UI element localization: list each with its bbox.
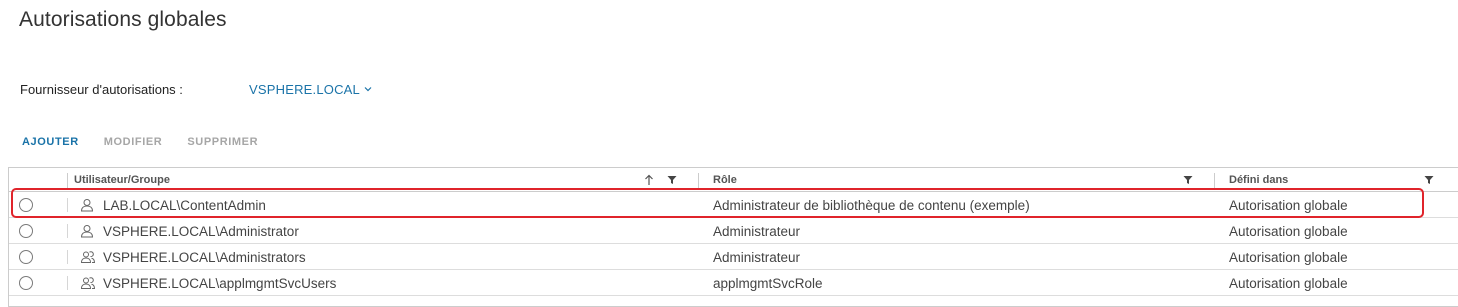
table-row[interactable]: VSPHERE.LOCAL\Administrator Administrate…: [9, 218, 1458, 244]
role-cell: applmgmtSvcRole: [713, 275, 823, 291]
filter-icon[interactable]: [1183, 168, 1193, 192]
role-cell: Administrateur: [713, 249, 801, 265]
column-separator: [1214, 173, 1215, 189]
row-select-radio[interactable]: [19, 250, 33, 264]
user-icon: [80, 198, 94, 212]
row-select-radio[interactable]: [19, 224, 33, 238]
provider-row: Fournisseur d'autorisations : VSPHERE.LO…: [20, 80, 372, 98]
column-label-user: Utilisateur/Groupe: [74, 174, 170, 186]
sort-ascending-icon[interactable]: [644, 168, 654, 192]
role-cell: Administrateur de bibliothèque de conten…: [713, 197, 1030, 213]
row-select-radio[interactable]: [19, 198, 33, 212]
page-title: Autorisations globales: [19, 8, 227, 31]
defined-in-cell: Autorisation globale: [1229, 249, 1348, 265]
column-header-role[interactable]: Rôle: [713, 168, 737, 192]
delete-button[interactable]: SUPPRIMER: [187, 136, 258, 148]
table-row[interactable]: VSPHERE.LOCAL\Administrators Administrat…: [9, 244, 1458, 270]
table-row[interactable]: LAB.LOCAL\ContentAdmin Administrateur de…: [9, 192, 1458, 218]
row-separator: [67, 198, 68, 212]
column-header-defined-in[interactable]: Défini dans: [1229, 168, 1288, 192]
chevron-down-icon: [364, 86, 372, 92]
defined-in-cell: Autorisation globale: [1229, 223, 1348, 239]
defined-in-cell: Autorisation globale: [1229, 197, 1348, 213]
row-separator: [67, 250, 68, 264]
grid-header: Utilisateur/Groupe Rôle Défini dans: [9, 168, 1458, 192]
user-icon: [80, 224, 94, 238]
user-cell: VSPHERE.LOCAL\Administrator: [103, 223, 299, 239]
column-separator: [698, 173, 699, 189]
defined-in-cell: Autorisation globale: [1229, 275, 1348, 291]
user-cell: VSPHERE.LOCAL\Administrators: [103, 249, 306, 265]
role-cell: Administrateur: [713, 223, 801, 239]
user-cell: LAB.LOCAL\ContentAdmin: [103, 197, 266, 213]
column-label-role: Rôle: [713, 174, 737, 186]
provider-value: VSPHERE.LOCAL: [249, 81, 360, 97]
edit-button[interactable]: MODIFIER: [104, 136, 163, 148]
group-icon: [80, 250, 96, 264]
column-header-user[interactable]: Utilisateur/Groupe: [74, 168, 170, 192]
filter-icon[interactable]: [1424, 168, 1434, 192]
table-row[interactable]: VSPHERE.LOCAL\applmgmtSvcUsers applmgmtS…: [9, 270, 1458, 296]
group-icon: [80, 276, 96, 290]
row-select-radio[interactable]: [19, 276, 33, 290]
filter-icon[interactable]: [667, 168, 677, 192]
provider-label: Fournisseur d'autorisations :: [20, 81, 183, 97]
column-separator: [67, 173, 68, 189]
column-label-defined-in: Défini dans: [1229, 174, 1289, 186]
row-separator: [67, 224, 68, 238]
action-toolbar: AJOUTER MODIFIER SUPPRIMER: [22, 136, 283, 148]
add-button[interactable]: AJOUTER: [22, 136, 79, 148]
provider-dropdown[interactable]: VSPHERE.LOCAL: [249, 82, 372, 97]
row-separator: [67, 276, 68, 290]
permissions-grid: Utilisateur/Groupe Rôle Défini dans LAB.…: [8, 167, 1458, 307]
user-cell: VSPHERE.LOCAL\applmgmtSvcUsers: [103, 275, 337, 291]
